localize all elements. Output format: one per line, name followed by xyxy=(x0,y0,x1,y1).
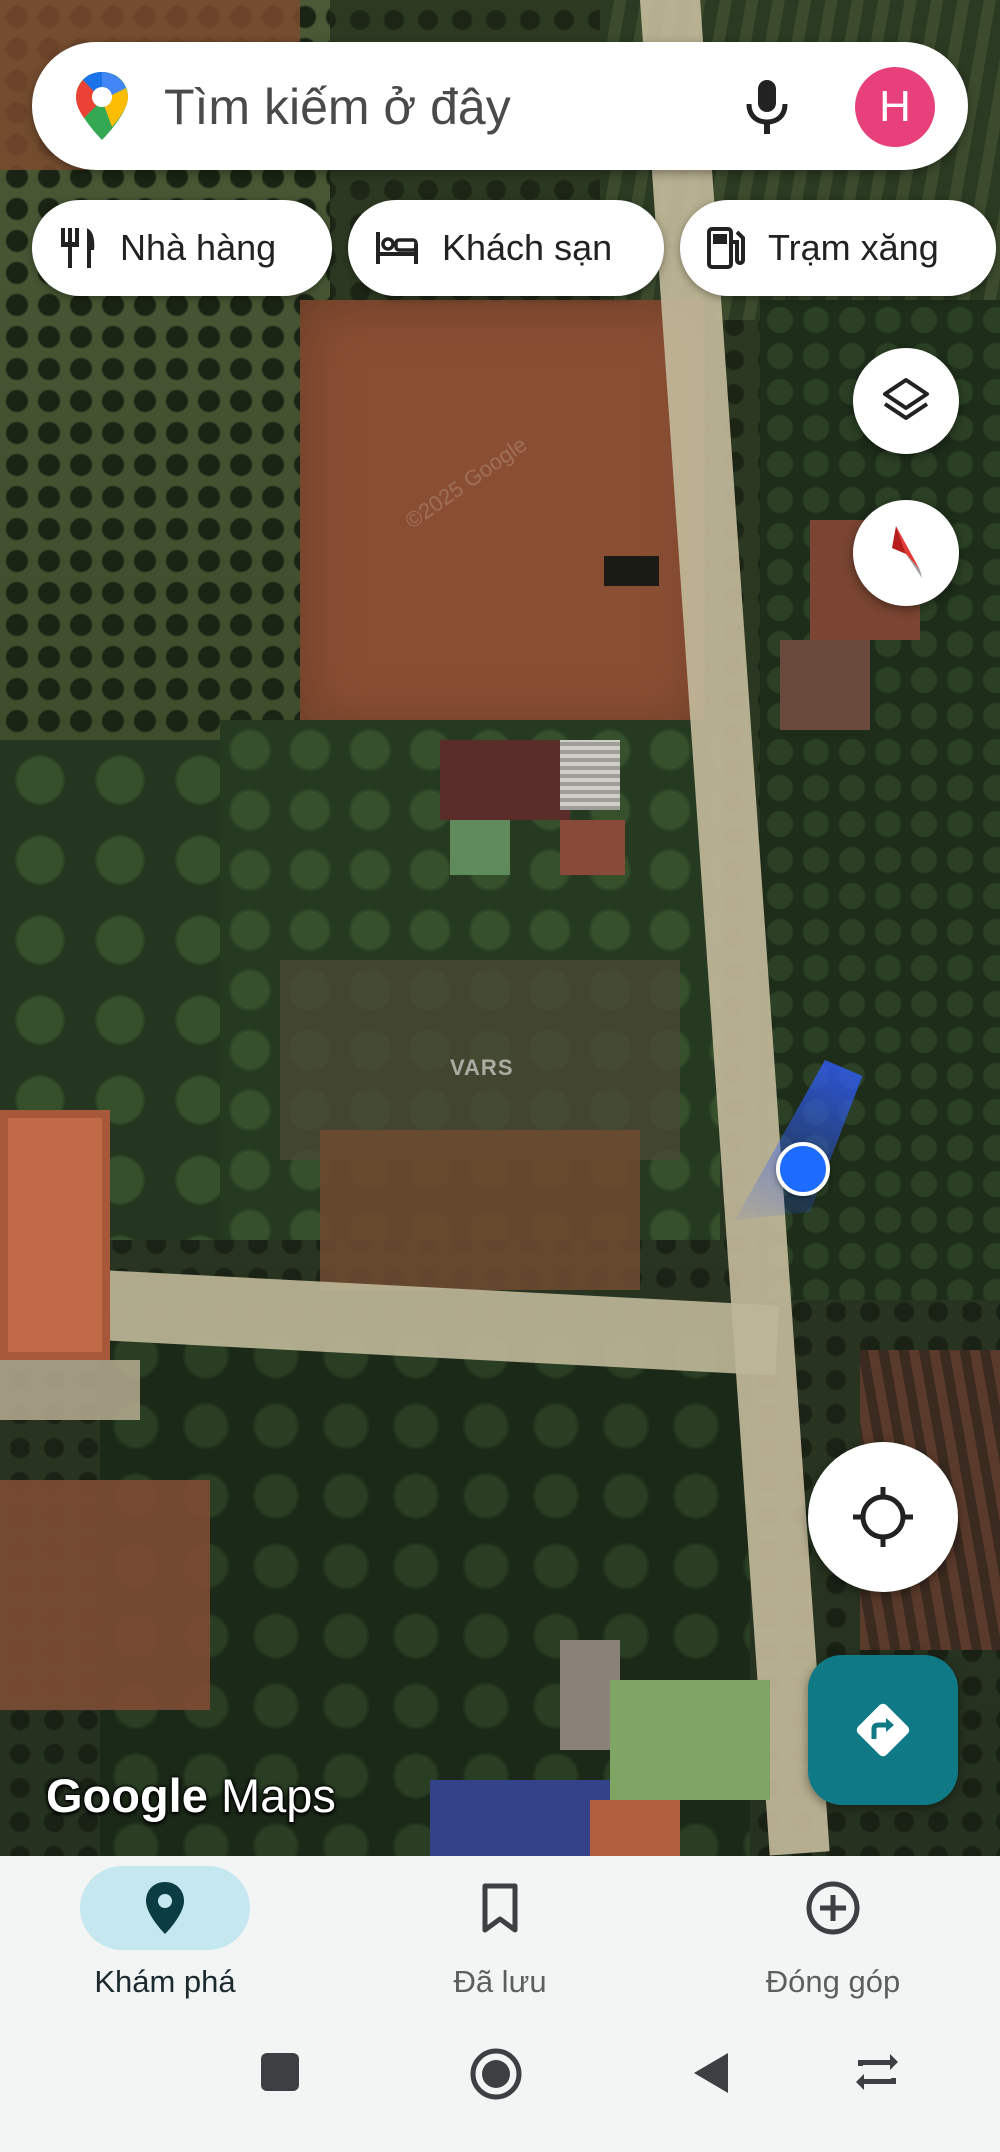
map-road xyxy=(0,1360,140,1420)
back-icon[interactable] xyxy=(690,2050,732,2096)
map-building xyxy=(780,640,870,730)
nav-label-saved: Đã lưu xyxy=(453,1964,547,1999)
chip-label: Khách sạn xyxy=(442,227,613,268)
hotel-icon xyxy=(376,232,418,264)
bottom-navigation: Khám phá Đã lưu Đóng góp xyxy=(0,1856,1000,2006)
home-icon[interactable] xyxy=(468,2046,524,2102)
my-location-button[interactable] xyxy=(808,1442,958,1592)
map-building xyxy=(560,820,625,875)
compass-icon xyxy=(892,526,922,578)
map-building xyxy=(590,1800,680,1856)
directions-button[interactable] xyxy=(808,1655,958,1805)
map-building xyxy=(560,740,620,810)
map-hut xyxy=(604,556,659,586)
nav-active-pill xyxy=(80,1866,250,1950)
compass-button[interactable] xyxy=(853,500,959,606)
watermark-text: VARS xyxy=(450,1055,514,1080)
nav-item-saved[interactable]: Đã lưu xyxy=(335,1856,665,2006)
logo-maps-text: Maps xyxy=(220,1769,336,1822)
explore-pin-icon xyxy=(146,1882,184,1934)
directions-icon xyxy=(856,1703,910,1757)
map-building xyxy=(440,740,570,820)
map-building xyxy=(450,820,510,875)
gas-station-icon xyxy=(707,227,745,269)
add-circle-icon xyxy=(806,1881,860,1935)
layers-button[interactable] xyxy=(853,348,959,454)
chip-label: Trạm xăng xyxy=(768,227,939,268)
my-location-icon xyxy=(853,1487,913,1547)
map-building xyxy=(430,1780,610,1856)
current-location-dot[interactable] xyxy=(776,1142,830,1196)
chip-restaurants[interactable]: Nhà hàng xyxy=(32,200,332,296)
search-bar[interactable]: Tìm kiếm ở đây H xyxy=(32,42,968,170)
nav-item-contribute[interactable]: Đóng góp xyxy=(668,1856,998,2006)
nav-item-explore[interactable]: Khám phá xyxy=(0,1856,330,2006)
microphone-icon[interactable] xyxy=(737,74,797,138)
chip-label: Nhà hàng xyxy=(120,227,277,268)
nav-label-contribute: Đóng góp xyxy=(765,1964,901,1999)
system-navigation-bar xyxy=(0,2006,1000,2152)
nav-label-explore: Khám phá xyxy=(94,1964,236,1999)
map-building xyxy=(0,1110,110,1360)
map-dirt-plot xyxy=(300,300,705,730)
restaurant-icon xyxy=(61,228,95,268)
rotate-screen-icon[interactable] xyxy=(852,2052,902,2092)
search-input[interactable]: Tìm kiếm ở đây xyxy=(164,78,511,136)
chip-hotels[interactable]: Khách sạn xyxy=(348,200,664,296)
map-dirt-plot xyxy=(320,1130,640,1290)
bookmark-icon xyxy=(482,1883,518,1933)
google-maps-logo: Google Maps xyxy=(46,1768,336,1823)
layers-icon xyxy=(883,378,929,420)
avatar[interactable]: H xyxy=(855,67,935,147)
map-dirt-area xyxy=(0,1480,210,1710)
logo-google-text: Google xyxy=(46,1769,208,1822)
map-building xyxy=(610,1680,770,1800)
recent-apps-icon[interactable] xyxy=(258,2050,302,2094)
google-maps-pin-icon xyxy=(76,72,128,140)
chip-gas-stations[interactable]: Trạm xăng xyxy=(680,200,996,296)
